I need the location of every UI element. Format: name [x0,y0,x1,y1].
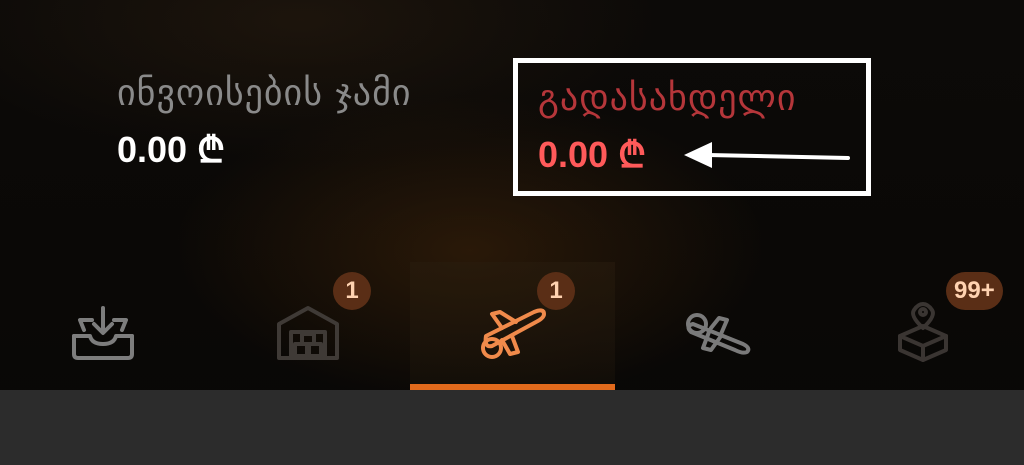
tab-warehouse[interactable]: 1 [205,262,410,390]
warehouse-icon [276,306,339,360]
tab-incoming[interactable] [0,262,205,390]
package-location-icon [897,302,948,362]
screen: ინვოისების ჯამი 0.00 ₾ გადასახდელი 0.00 … [0,0,1024,465]
bottom-tab-bar: 1 1 99+ [0,262,1024,390]
in-transit-badge: 1 [537,272,575,310]
bottom-panel [0,390,1024,465]
tab-in-transit[interactable]: 1 [410,262,615,390]
balance-summary: ინვოისების ჯამი 0.00 ₾ გადასახდელი 0.00 … [0,0,1024,255]
annotation-arrow-icon [684,142,850,168]
airplane-icon [480,308,546,359]
warehouse-badge: 1 [333,272,371,310]
inbox-download-icon [71,306,134,360]
invoices-total-label: ინვოისების ჯამი [117,73,412,114]
delivered-badge: 99+ [946,272,1003,310]
invoices-total-stat: ინვოისების ჯამი 0.00 ₾ [117,72,412,172]
invoices-total-value: 0.00 ₾ [117,129,225,170]
payable-label: გადასახდელი [538,78,797,119]
tab-delivered[interactable]: 99+ [820,262,1024,390]
airplane-landing-icon [685,313,750,355]
tab-arrived[interactable] [615,262,820,390]
payable-stat-highlight-box: გადასახდელი 0.00 ₾ [513,58,871,196]
